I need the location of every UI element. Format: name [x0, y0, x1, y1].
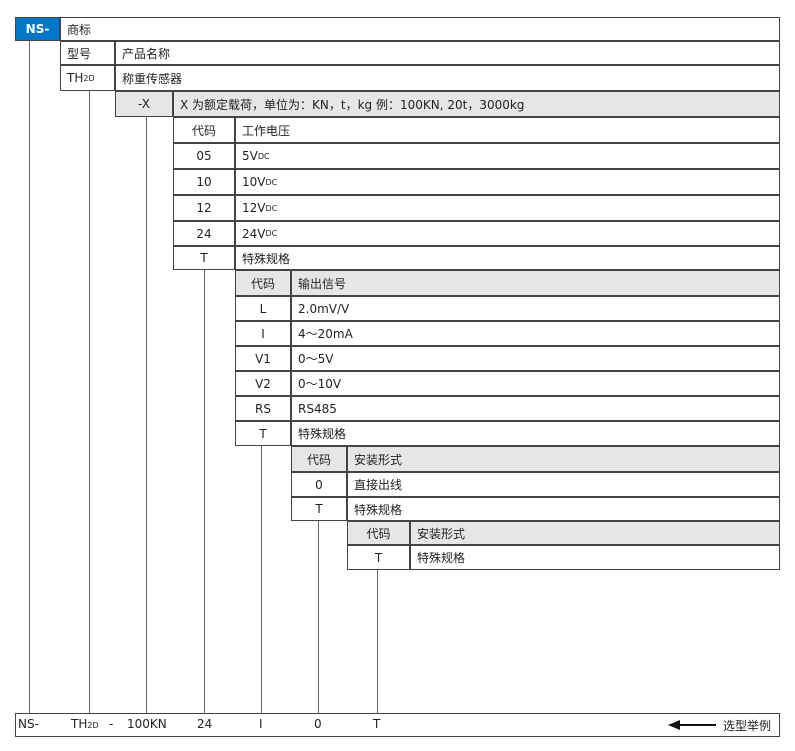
voltage-row-code: 12: [173, 195, 235, 221]
install-header-desc: 安装形式: [347, 446, 780, 472]
output-row-value: 4～20mA: [291, 321, 780, 346]
model-code: TH 2D: [60, 65, 115, 91]
brand-code: NS-: [15, 17, 60, 41]
connector-line-install2: [377, 570, 378, 713]
output-row-code: I: [235, 321, 291, 346]
voltage-row-value: 特殊规格: [235, 246, 780, 270]
connector-line-output: [261, 446, 262, 713]
output-row-value: 0～10V: [291, 371, 780, 396]
voltage-row-value: 10V DC: [235, 169, 780, 195]
capacity-desc: X 为额定载荷，单位为：KN，t，kg 例：100KN, 20t，3000kg: [173, 91, 780, 117]
example-model: TH2D: [71, 717, 99, 731]
install2-header-desc: 安装形式: [410, 521, 780, 545]
voltage-row-value: 24V DC: [235, 221, 780, 246]
voltage-row-code: T: [173, 246, 235, 270]
example-dash: -: [109, 717, 114, 731]
connector-line-model: [89, 91, 90, 713]
brand-label: 商标: [60, 17, 780, 41]
output-row-code: RS: [235, 396, 291, 421]
install-row-code: T: [291, 497, 347, 521]
example-capacity: 100KN: [127, 717, 167, 731]
output-row-value: 特殊规格: [291, 421, 780, 446]
example-install: 0: [314, 717, 322, 731]
voltage-header-desc: 工作电压: [235, 117, 780, 143]
example-output: I: [259, 717, 263, 731]
voltage-row-code: 10: [173, 169, 235, 195]
capacity-code: -X: [115, 91, 173, 117]
voltage-header-code: 代码: [173, 117, 235, 143]
install2-row-code: T: [347, 545, 410, 570]
install-row-value: 直接出线: [347, 472, 780, 497]
install-row-code: 0: [291, 472, 347, 497]
install2-header-code: 代码: [347, 521, 410, 545]
arrow-left-icon: [668, 720, 716, 730]
voltage-row-value: 12V DC: [235, 195, 780, 221]
connector-line-install: [318, 521, 319, 713]
model-label: 型号: [60, 41, 115, 65]
example-brand: NS-: [18, 717, 39, 731]
output-row-value: RS485: [291, 396, 780, 421]
example-voltage: 24: [197, 717, 213, 731]
voltage-row-code: 05: [173, 143, 235, 169]
output-header-desc: 输出信号: [291, 270, 780, 296]
connector-line-capacity: [146, 117, 147, 713]
voltage-row-code: 24: [173, 221, 235, 246]
install2-row-value: 特殊规格: [410, 545, 780, 570]
install-header-code: 代码: [291, 446, 347, 472]
connector-line-brand: [29, 41, 30, 713]
example-install2: T: [373, 717, 381, 731]
connector-line-voltage: [204, 270, 205, 713]
output-header-code: 代码: [235, 270, 291, 296]
output-row-code: V1: [235, 346, 291, 371]
product-name-label: 产品名称: [115, 41, 780, 65]
voltage-row-value: 5V DC: [235, 143, 780, 169]
output-row-code: T: [235, 421, 291, 446]
output-row-code: V2: [235, 371, 291, 396]
product-name: 称重传感器: [115, 65, 780, 91]
output-row-value: 2.0mV/V: [291, 296, 780, 321]
install-row-value: 特殊规格: [347, 497, 780, 521]
example-label: 选型举例: [723, 719, 772, 733]
output-row-code: L: [235, 296, 291, 321]
output-row-value: 0～5V: [291, 346, 780, 371]
